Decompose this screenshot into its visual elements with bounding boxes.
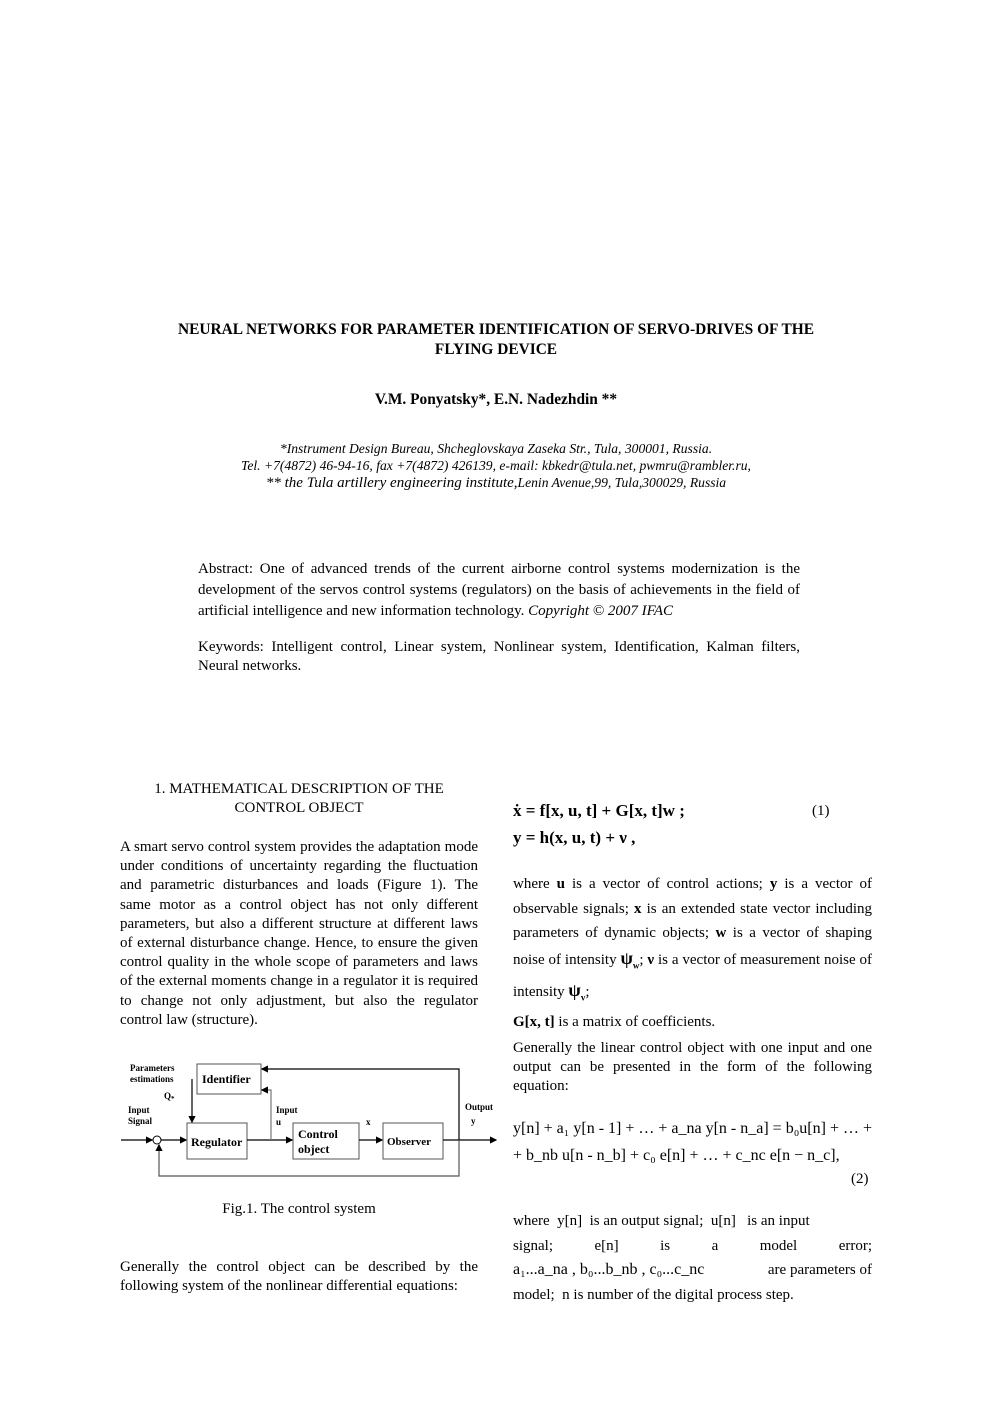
section-heading-line-2: CONTROL OBJECT bbox=[234, 800, 364, 816]
figure-caption: Fig.1. The control system bbox=[222, 1201, 376, 1217]
section-heading: 1. MATHEMATICAL DESCRIPTION OF THE CONTR… bbox=[120, 780, 478, 818]
affiliation-2-name: ** the Tula artillery engineering instit… bbox=[265, 475, 518, 491]
label-q-main: Q bbox=[164, 1091, 171, 1101]
model-parameters: a₁...a_na , b₀...b_nb , c₀...c_nc bbox=[513, 1261, 705, 1278]
paragraph-intro: A smart servo control system provides th… bbox=[120, 838, 478, 1030]
affiliation-contact: Tel. +7(4872) 46-94-16, fax +7(4872) 426… bbox=[241, 458, 751, 473]
signals-line-4: model; n is number of the digital proces… bbox=[513, 1286, 794, 1303]
word: e[n] bbox=[594, 1237, 619, 1254]
authors: V.M. Ponyatsky*, E.N. Nadezhdin ** bbox=[374, 391, 618, 408]
abstract-text: Abstract: One of advanced trends of the … bbox=[198, 561, 800, 619]
summing-junction bbox=[152, 1135, 162, 1145]
label-input-u-2: u bbox=[276, 1117, 281, 1127]
signals-line-1: where y[n] is an output signal; u[n] is … bbox=[513, 1213, 810, 1229]
equation-2-line-1: y[n] + a₁ y[n - 1] + … + a_na y[n - n_a]… bbox=[513, 1120, 872, 1137]
title-line-1: NEURAL NETWORKS FOR PARAMETER IDENTIFICA… bbox=[178, 321, 814, 338]
equation-2: y[n] + a₁ y[n - 1] + … + a_na y[n - n_a]… bbox=[513, 1115, 872, 1169]
text-fragment: is a matrix of coefficients. bbox=[554, 1013, 716, 1030]
regulator-label: Regulator bbox=[191, 1135, 243, 1149]
psi-glyph: ψ bbox=[568, 979, 581, 1000]
paragraph-variables: where u is a vector of control actions; … bbox=[513, 872, 872, 1034]
symbol-psi-v: ψv bbox=[568, 979, 585, 1003]
word: model bbox=[759, 1237, 798, 1254]
paragraph-signals: where y[n] is an output signal; u[n] is … bbox=[513, 1209, 872, 1307]
control-object-label-1: Control bbox=[298, 1127, 338, 1141]
symbol-G: G[x, t] bbox=[513, 1013, 555, 1030]
label-output-2: y bbox=[471, 1116, 476, 1126]
section-heading-line-1: 1. MATHEMATICAL DESCRIPTION OF THE bbox=[154, 781, 444, 797]
equation-1-line-2: y = h(x, u, t) + ν , bbox=[513, 828, 636, 847]
paragraph-linear: Generally the linear control object with… bbox=[513, 1039, 872, 1097]
affiliations: *Instrument Design Bureau, Shcheglovskay… bbox=[130, 440, 862, 492]
label-input-signal-1: Input bbox=[128, 1105, 150, 1115]
equation-1-number: (1) bbox=[812, 803, 830, 819]
label-input-u-1: Input bbox=[276, 1105, 298, 1115]
label-input-signal-2: Signal bbox=[128, 1116, 153, 1126]
observer-label: Observer bbox=[387, 1136, 431, 1148]
word: signal; bbox=[513, 1237, 553, 1254]
label-output-1: Output bbox=[465, 1102, 493, 1112]
paragraph-nonlinear-text: Generally the control object can be desc… bbox=[120, 1259, 478, 1295]
affiliation-2: ** the Tula artillery engineering instit… bbox=[130, 474, 862, 492]
affiliation-1: *Instrument Design Bureau, Shcheglovskay… bbox=[279, 441, 713, 456]
identifier-label: Identifier bbox=[202, 1072, 251, 1086]
psi-glyph: ψ bbox=[620, 947, 633, 968]
text-fragment: where bbox=[513, 876, 557, 892]
control-object-label-2: object bbox=[298, 1142, 329, 1156]
symbol-x: x bbox=[634, 900, 642, 917]
equation-2-line-2: + b_nb u[n - n_b] + c₀ e[n] + … + c_nc e… bbox=[513, 1147, 840, 1164]
affiliation-2-address: Lenin Avenue,99, Tula,300029, Russia bbox=[517, 475, 727, 490]
label-parameters: Parameters bbox=[130, 1063, 175, 1073]
word: are parameters of bbox=[767, 1262, 872, 1278]
symbol-w: w bbox=[715, 925, 727, 941]
abstract-block: Abstract: One of advanced trends of the … bbox=[198, 559, 800, 676]
paragraph-nonlinear: Generally the control object can be desc… bbox=[120, 1258, 478, 1296]
label-q-sub: * bbox=[171, 1095, 175, 1103]
keywords: Keywords: Intelligent control, Linear sy… bbox=[198, 639, 800, 674]
text-fragment: ; bbox=[585, 983, 590, 1000]
label-estimations: estimations bbox=[130, 1074, 174, 1084]
text-fragment: is a vector of control actions; bbox=[565, 876, 770, 892]
signals-line-3: a₁...a_na , b₀...b_nb , c₀...c_nc are pa… bbox=[513, 1258, 872, 1283]
abstract: Abstract: One of advanced trends of the … bbox=[198, 559, 800, 622]
symbol-u: u bbox=[556, 876, 565, 892]
word: error; bbox=[838, 1237, 872, 1254]
word: is bbox=[660, 1237, 671, 1254]
label-x: x bbox=[366, 1117, 371, 1127]
equation-2-number: (2) bbox=[851, 1171, 869, 1187]
paragraph-intro-text: A smart servo control system provides th… bbox=[120, 839, 478, 1028]
paper-title: NEURAL NETWORKS FOR PARAMETER IDENTIFICA… bbox=[130, 320, 862, 360]
signals-line-2: signal; e[n] is a model error; bbox=[513, 1234, 872, 1259]
arrow-u-identifier bbox=[260, 1086, 272, 1140]
symbol-psi-w: ψw bbox=[620, 947, 639, 971]
copyright: Copyright © 2007 IFAC bbox=[524, 603, 674, 619]
control-system-diagram: Parameters estimations Q* Input Signal I… bbox=[121, 1063, 498, 1177]
label-q: Q* bbox=[164, 1091, 175, 1103]
paragraph-linear-text: Generally the linear control object with… bbox=[513, 1040, 872, 1095]
title-line-2: FLYING DEVICE bbox=[434, 341, 558, 358]
paragraph-variables-text: where u is a vector of control actions; … bbox=[513, 872, 872, 1034]
word: a bbox=[711, 1237, 719, 1254]
